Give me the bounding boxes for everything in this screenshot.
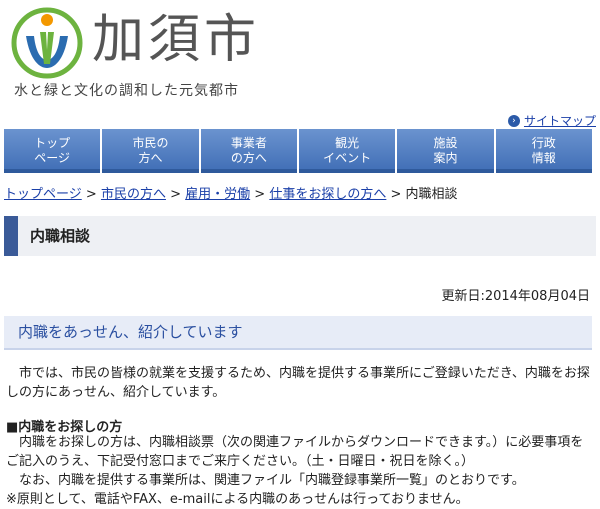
breadcrumb-separator: > (170, 187, 181, 202)
page-title: 内職相談 (4, 216, 596, 256)
breadcrumb-link-top[interactable]: トップページ (4, 187, 82, 202)
city-logo-icon[interactable] (10, 6, 84, 80)
city-name[interactable]: 加須市 (92, 8, 260, 72)
breadcrumb-current: 内職相談 (405, 187, 458, 202)
updated-date: 更新日:2014年08月04日 (441, 289, 590, 304)
tagline: 水と緑と文化の調和した元気都市 (14, 83, 239, 99)
breadcrumb-link-job-seekers[interactable]: 仕事をお探しの方へ (269, 187, 386, 202)
nav-businesses[interactable]: 事業者 の方へ (200, 129, 299, 173)
section-heading: 内職をあっせん、紹介しています (4, 316, 592, 350)
body-text: 内職をお探しの方は、内職相談票（次の関連ファイルからダウンロードできます。）に必… (6, 433, 596, 509)
intro-paragraph: 市では、市民の皆様の就業を支援するため、内職を提供する事業所にご登録いただき、内… (6, 366, 590, 400)
global-nav: トップ ページ 市民の 方へ 事業者 の方へ 観光 イベント 施設 案内 行政 … (4, 129, 592, 173)
nav-administration[interactable]: 行政 情報 (495, 129, 592, 173)
nav-top-page[interactable]: トップ ページ (4, 129, 103, 173)
breadcrumb-link-citizens[interactable]: 市民の方へ (101, 187, 166, 202)
body-line: なお、内職を提供する事業所は、関連ファイル「内職登録事業所一覧」のとおりです。 (6, 473, 525, 488)
breadcrumb-separator: > (85, 187, 97, 202)
nav-tourism-events[interactable]: 観光 イベント (298, 129, 398, 173)
nav-facilities[interactable]: 施設 案内 (397, 129, 496, 173)
site-header: 加須市 水と緑と文化の調和した元気都市 (0, 0, 600, 110)
breadcrumb: トップページ > 市民の方へ > 雇用・労働 > 仕事をお探しの方へ > 内職相… (4, 183, 458, 202)
breadcrumb-link-employment[interactable]: 雇用・労働 (185, 187, 250, 202)
nav-citizens[interactable]: 市民の 方へ (102, 129, 201, 173)
breadcrumb-separator: > (254, 187, 266, 202)
body-line: 内職をお探しの方は、内職相談票（次の関連ファイルからダウンロードできます。）に必… (6, 435, 584, 469)
sitemap-label[interactable]: サイトマップ (524, 112, 596, 129)
arrow-right-icon: › (507, 114, 520, 127)
sitemap-link[interactable]: › サイトマップ (507, 112, 596, 129)
breadcrumb-separator: > (390, 187, 402, 202)
